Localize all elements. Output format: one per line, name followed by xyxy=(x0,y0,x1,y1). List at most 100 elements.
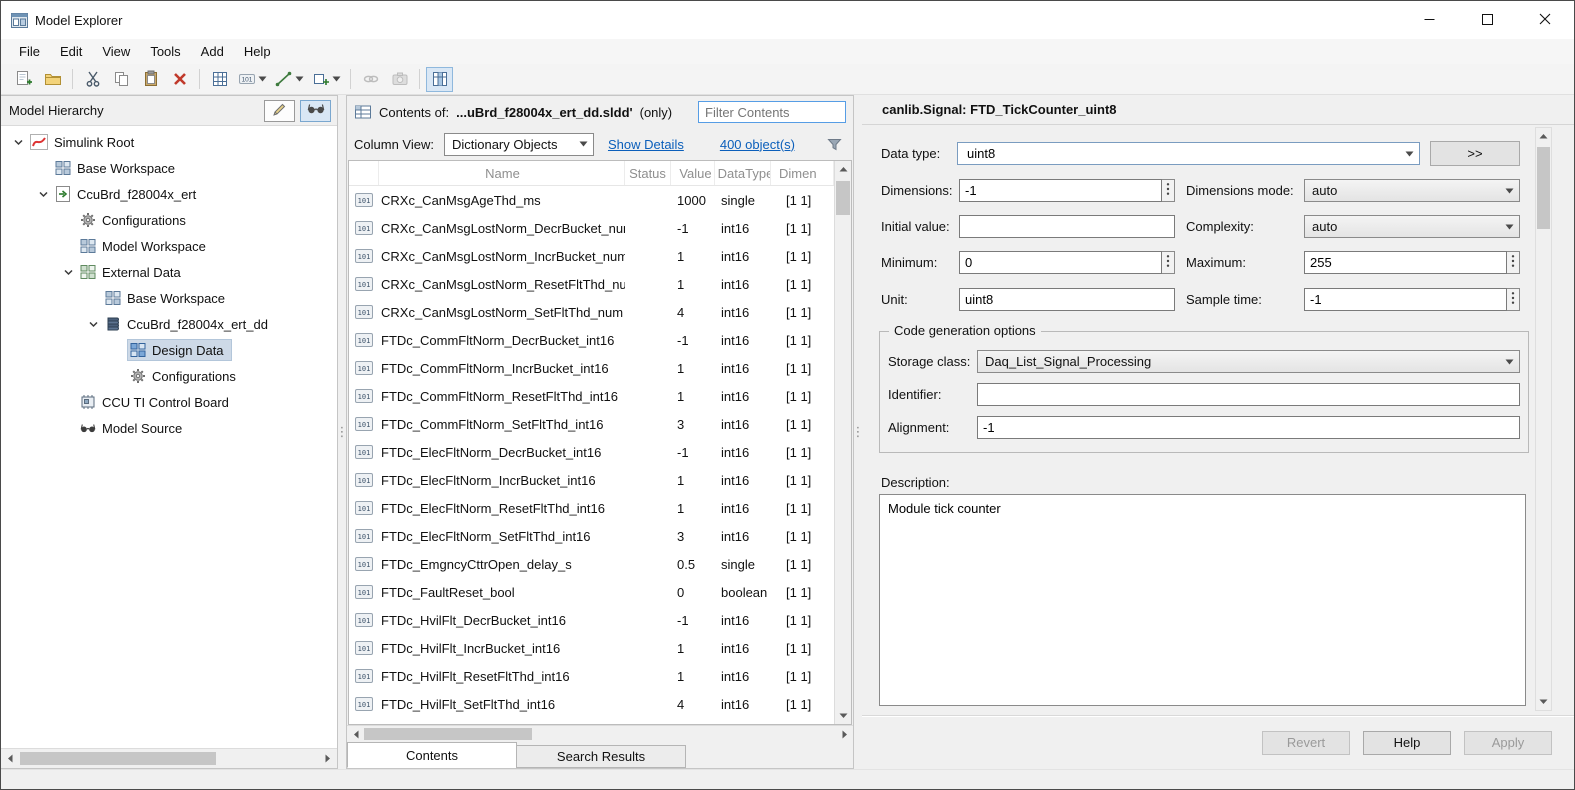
right-splitter[interactable]: ⋮ xyxy=(852,95,865,769)
scroll-thumb[interactable] xyxy=(1537,147,1550,229)
tree-item-ccubrd-f28004x-ert-dd[interactable]: CcuBrd_f28004x_ert_dd xyxy=(1,311,337,337)
table-row[interactable]: 101 FTDc_CommFltNorm_IncrBucket_int16 1 int… xyxy=(349,354,834,382)
grid-button[interactable] xyxy=(206,67,233,92)
show-details-link[interactable]: Show Details xyxy=(608,137,684,152)
initial-value-input[interactable] xyxy=(959,215,1175,238)
tab-search-results[interactable]: Search Results xyxy=(516,745,686,768)
column-view-button[interactable] xyxy=(426,66,453,92)
add-item-button[interactable] xyxy=(10,67,37,92)
data-type-assistant-button[interactable]: >> xyxy=(1430,141,1520,166)
dimensions-mode-dropdown[interactable]: auto xyxy=(1304,179,1520,202)
dropdown-arrow-icon[interactable] xyxy=(258,76,267,82)
menu-tools[interactable]: Tools xyxy=(140,41,190,62)
column-header-value[interactable]: Value xyxy=(671,161,715,185)
scroll-up-icon[interactable] xyxy=(1536,128,1551,144)
menu-add[interactable]: Add xyxy=(191,41,234,62)
tree-item-base-workspace[interactable]: Base Workspace xyxy=(1,155,337,181)
table-row[interactable]: 101 FTDc_HvilFlt_IncrBucket_int16 1 int16 [1… xyxy=(349,634,834,662)
table-row[interactable]: 101 FTDc_CommFltNorm_DecrBucket_int16 -1 in… xyxy=(349,326,834,354)
scroll-thumb[interactable] xyxy=(20,752,216,765)
dimensions-input[interactable] xyxy=(959,179,1162,202)
filter-funnel-icon[interactable] xyxy=(827,137,842,152)
maximum-input[interactable] xyxy=(1304,251,1507,274)
help-button[interactable]: Help xyxy=(1363,730,1451,755)
scroll-thumb[interactable] xyxy=(836,181,850,215)
dropdown-arrow-icon[interactable] xyxy=(332,76,341,82)
column-header-datatype[interactable]: DataType xyxy=(715,161,771,185)
chevron-down-icon[interactable] xyxy=(34,189,52,200)
chevron-down-icon[interactable] xyxy=(9,137,27,148)
copy-button[interactable] xyxy=(108,67,135,92)
chevron-down-icon[interactable] xyxy=(84,319,102,330)
scroll-thumb[interactable] xyxy=(364,728,532,740)
storage-class-dropdown[interactable]: Daq_List_Signal_Processing xyxy=(977,350,1520,373)
tree-item-configurations[interactable]: Configurations xyxy=(1,363,337,389)
line-style-button[interactable] xyxy=(272,67,307,92)
minimize-button[interactable] xyxy=(1400,1,1458,39)
table-row[interactable]: 101 FTDc_EmgncyCttrOpen_delay_s 0.5 single [… xyxy=(349,550,834,578)
table-row[interactable]: 101 CRXc_CanMsgLostNorm_DecrBucket_num -1 i… xyxy=(349,214,834,242)
table-row[interactable]: 101 FTDc_ElecFltNorm_IncrBucket_int16 1 int… xyxy=(349,466,834,494)
table-row[interactable]: 101 FTDc_ElecFltNorm_ResetFltThd_int16 1 in… xyxy=(349,494,834,522)
menu-file[interactable]: File xyxy=(9,41,50,62)
table-row[interactable]: 101 FTDc_HvilFlt_DecrBucket_int16 -1 int16 [… xyxy=(349,606,834,634)
table-row[interactable]: 101 CRXc_CanMsgLostNorm_ResetFltThd_num 1 i… xyxy=(349,270,834,298)
table-row[interactable]: 101 FTDc_FaultReset_bool 0 boolean [1 1] xyxy=(349,578,834,606)
data-type-input[interactable] xyxy=(965,145,1399,162)
tree-item-ccubrd-f28004x-ert[interactable]: CcuBrd_f28004x_ert xyxy=(1,181,337,207)
table-row[interactable]: 101 FTDc_HvilFlt_SetFltThd_int16 4 int16 [1 … xyxy=(349,690,834,718)
table-hscrollbar[interactable] xyxy=(347,725,853,742)
snapshot-button[interactable] xyxy=(386,67,413,92)
maximum-spinner[interactable] xyxy=(1507,251,1520,274)
minimum-spinner[interactable] xyxy=(1162,251,1175,274)
scroll-right-icon[interactable] xyxy=(319,749,337,768)
scroll-left-icon[interactable] xyxy=(1,749,19,768)
scroll-right-icon[interactable] xyxy=(836,726,853,742)
object-count-link[interactable]: 400 object(s) xyxy=(720,137,795,152)
complexity-dropdown[interactable]: auto xyxy=(1304,215,1520,238)
dialog-vscrollbar[interactable] xyxy=(1535,127,1552,711)
maximize-button[interactable] xyxy=(1458,1,1516,39)
menu-edit[interactable]: Edit xyxy=(50,41,92,62)
dropdown-arrow-icon[interactable] xyxy=(295,76,304,82)
tree-item-base-workspace[interactable]: Base Workspace xyxy=(1,285,337,311)
data-object-button[interactable]: 101 xyxy=(235,67,270,92)
tab-contents[interactable]: Contents xyxy=(347,742,517,768)
tree-item-design-data[interactable]: Design Data xyxy=(1,337,337,363)
revert-button[interactable]: Revert xyxy=(1262,730,1350,755)
column-view-dropdown[interactable]: Dictionary Objects xyxy=(443,132,594,156)
tree-item-model-source[interactable]: Model Source xyxy=(1,415,337,441)
dimensions-spinner[interactable] xyxy=(1162,179,1175,202)
link-button[interactable] xyxy=(357,67,384,92)
filter-contents-input[interactable] xyxy=(698,101,846,123)
edit-hierarchy-button[interactable] xyxy=(264,99,295,122)
column-header-dimen[interactable]: Dimen xyxy=(771,161,834,185)
sample-time-spinner[interactable] xyxy=(1507,288,1520,311)
new-subgroup-button[interactable] xyxy=(309,67,344,92)
tree-item-configurations[interactable]: Configurations xyxy=(1,207,337,233)
table-row[interactable]: 101 CRXc_CanMsgLostNorm_IncrBucket_num 1 in… xyxy=(349,242,834,270)
apply-button[interactable]: Apply xyxy=(1464,730,1552,755)
table-vscrollbar[interactable] xyxy=(834,161,851,724)
tree-item-model-workspace[interactable]: Model Workspace xyxy=(1,233,337,259)
column-header-name[interactable]: Name xyxy=(379,161,625,185)
alignment-input[interactable] xyxy=(977,416,1520,439)
delete-button[interactable] xyxy=(166,67,193,92)
table-row[interactable]: 101 FTDc_HvilFlt_ResetFltThd_int16 1 int16 [… xyxy=(349,662,834,690)
hierarchy-hscrollbar[interactable] xyxy=(1,748,337,768)
tree-item-external-data[interactable]: External Data xyxy=(1,259,337,285)
menu-view[interactable]: View xyxy=(92,41,140,62)
paste-button[interactable] xyxy=(137,67,164,92)
table-row[interactable]: 101 FTDc_CommFltNorm_ResetFltThd_int16 1 in… xyxy=(349,382,834,410)
table-row[interactable]: 101 CRXc_CanMsgAgeThd_ms 1000 single [1 1] xyxy=(349,186,834,214)
table-row[interactable]: 101 FTDc_ElecFltNorm_DecrBucket_int16 -1 in… xyxy=(349,438,834,466)
table-row[interactable]: 101 FTDc_CommFltNorm_SetFltThd_int16 3 int1… xyxy=(349,410,834,438)
tree-item-simulink-root[interactable]: Simulink Root xyxy=(1,129,337,155)
scroll-down-icon[interactable] xyxy=(1536,694,1551,710)
column-header-status[interactable]: Status xyxy=(625,161,671,185)
menu-help[interactable]: Help xyxy=(234,41,281,62)
sample-time-input[interactable] xyxy=(1304,288,1507,311)
scroll-up-icon[interactable] xyxy=(835,161,851,177)
close-button[interactable] xyxy=(1516,1,1574,39)
highlight-button[interactable] xyxy=(300,99,331,122)
